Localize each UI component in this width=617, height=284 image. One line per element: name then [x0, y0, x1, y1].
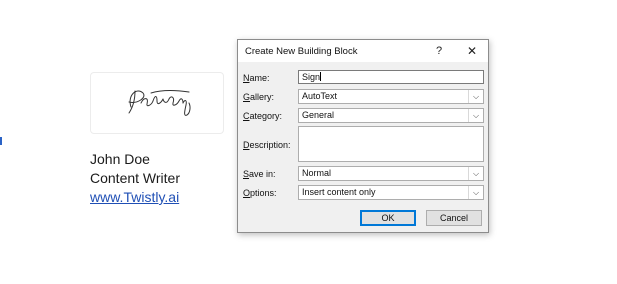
chevron-down-icon[interactable]: ⌵	[468, 167, 483, 180]
options-select[interactable]: Insert content only ⌵	[298, 185, 484, 200]
dialog-titlebar: Create New Building Block ? ✕	[238, 40, 488, 62]
create-building-block-dialog: Create New Building Block ? ✕ Name: Sign…	[237, 39, 489, 233]
name-label: Name:	[243, 73, 270, 83]
category-label: Category:	[243, 111, 283, 121]
save-in-label: Save in:	[243, 169, 276, 179]
chevron-down-icon[interactable]: ⌵	[468, 109, 483, 122]
chevron-down-icon[interactable]: ⌵	[468, 186, 483, 199]
contact-name: John Doe	[90, 151, 150, 167]
ok-button[interactable]: OK	[360, 210, 416, 226]
document-edge-marker	[0, 137, 2, 145]
options-label: Options:	[243, 188, 277, 198]
signature-contact-block: John Doe Content Writer www.Twistly.ai	[90, 150, 180, 207]
chevron-down-icon[interactable]: ⌵	[468, 90, 483, 103]
help-button[interactable]: ?	[424, 40, 454, 62]
name-input[interactable]: Sign	[298, 70, 484, 84]
save-in-select[interactable]: Normal ⌵	[298, 166, 484, 181]
handwritten-signature	[128, 90, 191, 116]
description-textarea[interactable]	[298, 126, 484, 162]
gallery-label: Gallery:	[243, 92, 275, 102]
cancel-button[interactable]: Cancel	[426, 210, 482, 226]
close-button[interactable]: ✕	[457, 40, 487, 62]
category-select[interactable]: General ⌵	[298, 108, 484, 123]
gallery-select[interactable]: AutoText ⌵	[298, 89, 484, 104]
contact-role: Content Writer	[90, 170, 180, 186]
dialog-title: Create New Building Block	[245, 46, 358, 57]
website-link[interactable]: www.Twistly.ai	[90, 188, 180, 207]
text-caret	[320, 72, 322, 81]
signature-image[interactable]	[90, 72, 224, 134]
description-label: Description:	[243, 140, 291, 150]
